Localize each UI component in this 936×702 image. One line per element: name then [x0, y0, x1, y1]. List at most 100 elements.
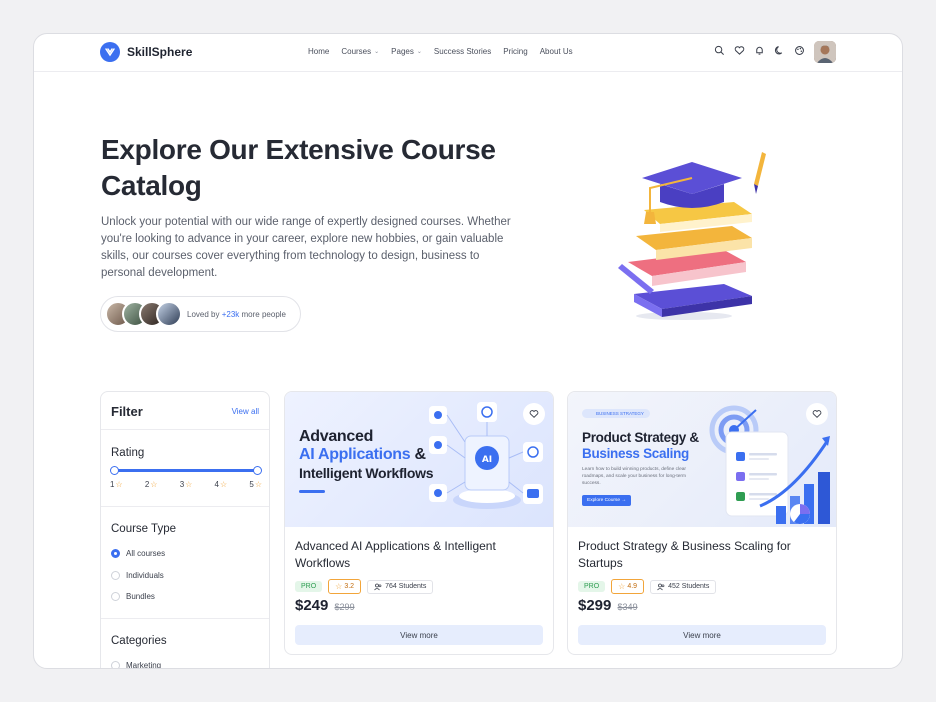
rating-slider-min-handle[interactable]	[110, 466, 119, 475]
nav-pages-label: Pages	[391, 47, 414, 56]
explore-course-button[interactable]: Explore Course →	[582, 495, 632, 506]
rating-value: 4.9	[627, 583, 638, 590]
rating-tick-label: 4	[214, 480, 219, 489]
star-icon: ☆	[185, 480, 193, 489]
radio-all-courses[interactable]: All courses	[111, 549, 165, 558]
star-icon: ☆	[150, 480, 158, 489]
radio-label: Bundles	[126, 592, 155, 601]
course-card[interactable]: Advanced AI Applications & Intelligent W…	[284, 391, 554, 655]
rating-tick[interactable]: 1 ☆	[110, 480, 123, 489]
nav-about-us[interactable]: About Us	[540, 47, 573, 56]
students-count: 764 Students	[385, 583, 427, 590]
rating-value: 3.2	[344, 583, 355, 590]
favorite-button[interactable]	[806, 403, 828, 425]
radio-bundles[interactable]: Bundles	[111, 592, 155, 601]
palette-icon[interactable]	[794, 45, 805, 56]
radio-dot	[111, 549, 120, 558]
heart-icon	[529, 410, 539, 418]
star-icon: ☆	[254, 480, 262, 489]
social-proof-pill: Loved by +23k more people	[100, 296, 301, 332]
banner-line-3: Intelligent Workflows	[299, 465, 434, 481]
logo-icon	[100, 42, 120, 62]
star-icon: ☆	[219, 480, 228, 489]
radio-label: All courses	[126, 549, 166, 558]
star-icon: ☆	[335, 582, 343, 591]
rating-tick-label: 5	[249, 480, 254, 489]
divider	[101, 506, 269, 507]
chevron-down-icon: ⌄	[416, 49, 422, 55]
pro-badge: PRO	[295, 581, 323, 592]
rating-slider-max-handle[interactable]	[253, 466, 262, 475]
nav-icons	[714, 45, 805, 56]
course-tags: PRO ☆ 4.9 452 Students	[578, 579, 717, 594]
top-navbar: SkillSphere Home Courses ⌄ Pages ⌄ Success…	[34, 34, 902, 72]
loved-count: +23k	[221, 309, 240, 319]
course-card[interactable]: BUSINESS STRATEGY Product Strategy & Bus…	[567, 391, 837, 655]
favorite-button[interactable]	[523, 403, 545, 425]
banner-desc: Learn how to build winning products, def…	[582, 467, 686, 486]
rating-slider[interactable]	[110, 466, 262, 475]
course-banner: Advanced AI Applications & Intelligent W…	[285, 392, 553, 527]
main-menu: Home Courses ⌄ Pages ⌄ Success Stories Pri…	[308, 47, 573, 56]
banner-line-2: AI Applications	[299, 446, 411, 463]
students-badge: 764 Students	[367, 579, 434, 594]
rating-tick[interactable]: 5 ☆	[249, 480, 262, 489]
users-icon	[657, 583, 665, 590]
page-title: Explore Our Extensive Course Catalog	[101, 134, 496, 201]
view-all-link[interactable]: View all	[232, 407, 259, 416]
course-title[interactable]: Advanced AI Applications & Intelligent W…	[295, 538, 535, 572]
checkbox-dot	[111, 661, 120, 668]
rating-badge: ☆ 3.2	[328, 579, 362, 594]
banner-line-1: Advanced	[299, 428, 374, 445]
moon-icon[interactable]	[774, 45, 785, 56]
rating-tick-label: 1	[110, 480, 115, 489]
search-icon[interactable]	[714, 45, 725, 56]
radio-individuals[interactable]: Individuals	[111, 571, 164, 580]
view-more-button[interactable]: View more	[578, 625, 826, 645]
loved-by-text: Loved by +23k more people	[187, 310, 286, 319]
course-tags: PRO ☆ 3.2 764 Students	[295, 579, 434, 594]
star-icon: ☆	[618, 582, 626, 591]
course-title[interactable]: Product Strategy & Business Scaling for …	[578, 538, 818, 572]
banner-underline	[299, 490, 325, 493]
nav-courses[interactable]: Courses ⌄	[341, 47, 379, 56]
nav-pricing[interactable]: Pricing	[503, 47, 527, 56]
category-marketing[interactable]: Marketing	[111, 661, 161, 668]
students-badge: 452 Students	[650, 579, 717, 594]
brand-logo[interactable]: SkillSphere	[100, 42, 192, 62]
pro-badge: PRO	[578, 581, 606, 592]
divider	[101, 618, 269, 619]
categories-title: Categories	[111, 635, 167, 647]
banner-tag-label: BUSINESS STRATEGY	[596, 411, 644, 416]
students-count: 452 Students	[668, 583, 710, 590]
price-old: $299	[334, 602, 355, 612]
rating-tick[interactable]: 3 ☆	[180, 480, 193, 489]
divider	[101, 429, 269, 430]
loved-suffix: more people	[241, 309, 286, 319]
radio-dot	[111, 592, 120, 601]
books-illustration	[618, 152, 766, 320]
nav-home[interactable]: Home	[308, 47, 329, 56]
svg-text:AI: AI	[482, 455, 492, 465]
course-price: $249 $299	[295, 597, 355, 614]
rating-tick[interactable]: 2 ☆	[145, 480, 158, 489]
heart-icon[interactable]	[734, 45, 745, 56]
view-more-button[interactable]: View more	[295, 625, 543, 645]
heart-icon	[812, 410, 822, 418]
rating-tick[interactable]: 4 ☆	[215, 480, 228, 489]
bell-icon[interactable]	[754, 45, 765, 56]
brand-name: SkillSphere	[127, 45, 193, 59]
filter-title: Filter	[111, 404, 143, 419]
nav-pages[interactable]: Pages ⌄	[391, 47, 422, 56]
banner-title: Advanced AI Applications & Intelligent W…	[299, 428, 434, 483]
user-avatar[interactable]	[814, 41, 836, 63]
chevron-down-icon: ⌄	[374, 49, 380, 55]
course-type-title: Course Type	[111, 523, 176, 535]
rating-badge: ☆ 4.9	[611, 579, 645, 594]
course-banner: BUSINESS STRATEGY Product Strategy & Bus…	[568, 392, 836, 527]
rating-title: Rating	[111, 447, 145, 459]
price-old: $349	[617, 602, 638, 612]
nav-success-stories[interactable]: Success Stories	[434, 47, 491, 56]
banner-line-2: Business Scaling	[582, 446, 689, 461]
banner-tag: BUSINESS STRATEGY	[582, 409, 650, 418]
